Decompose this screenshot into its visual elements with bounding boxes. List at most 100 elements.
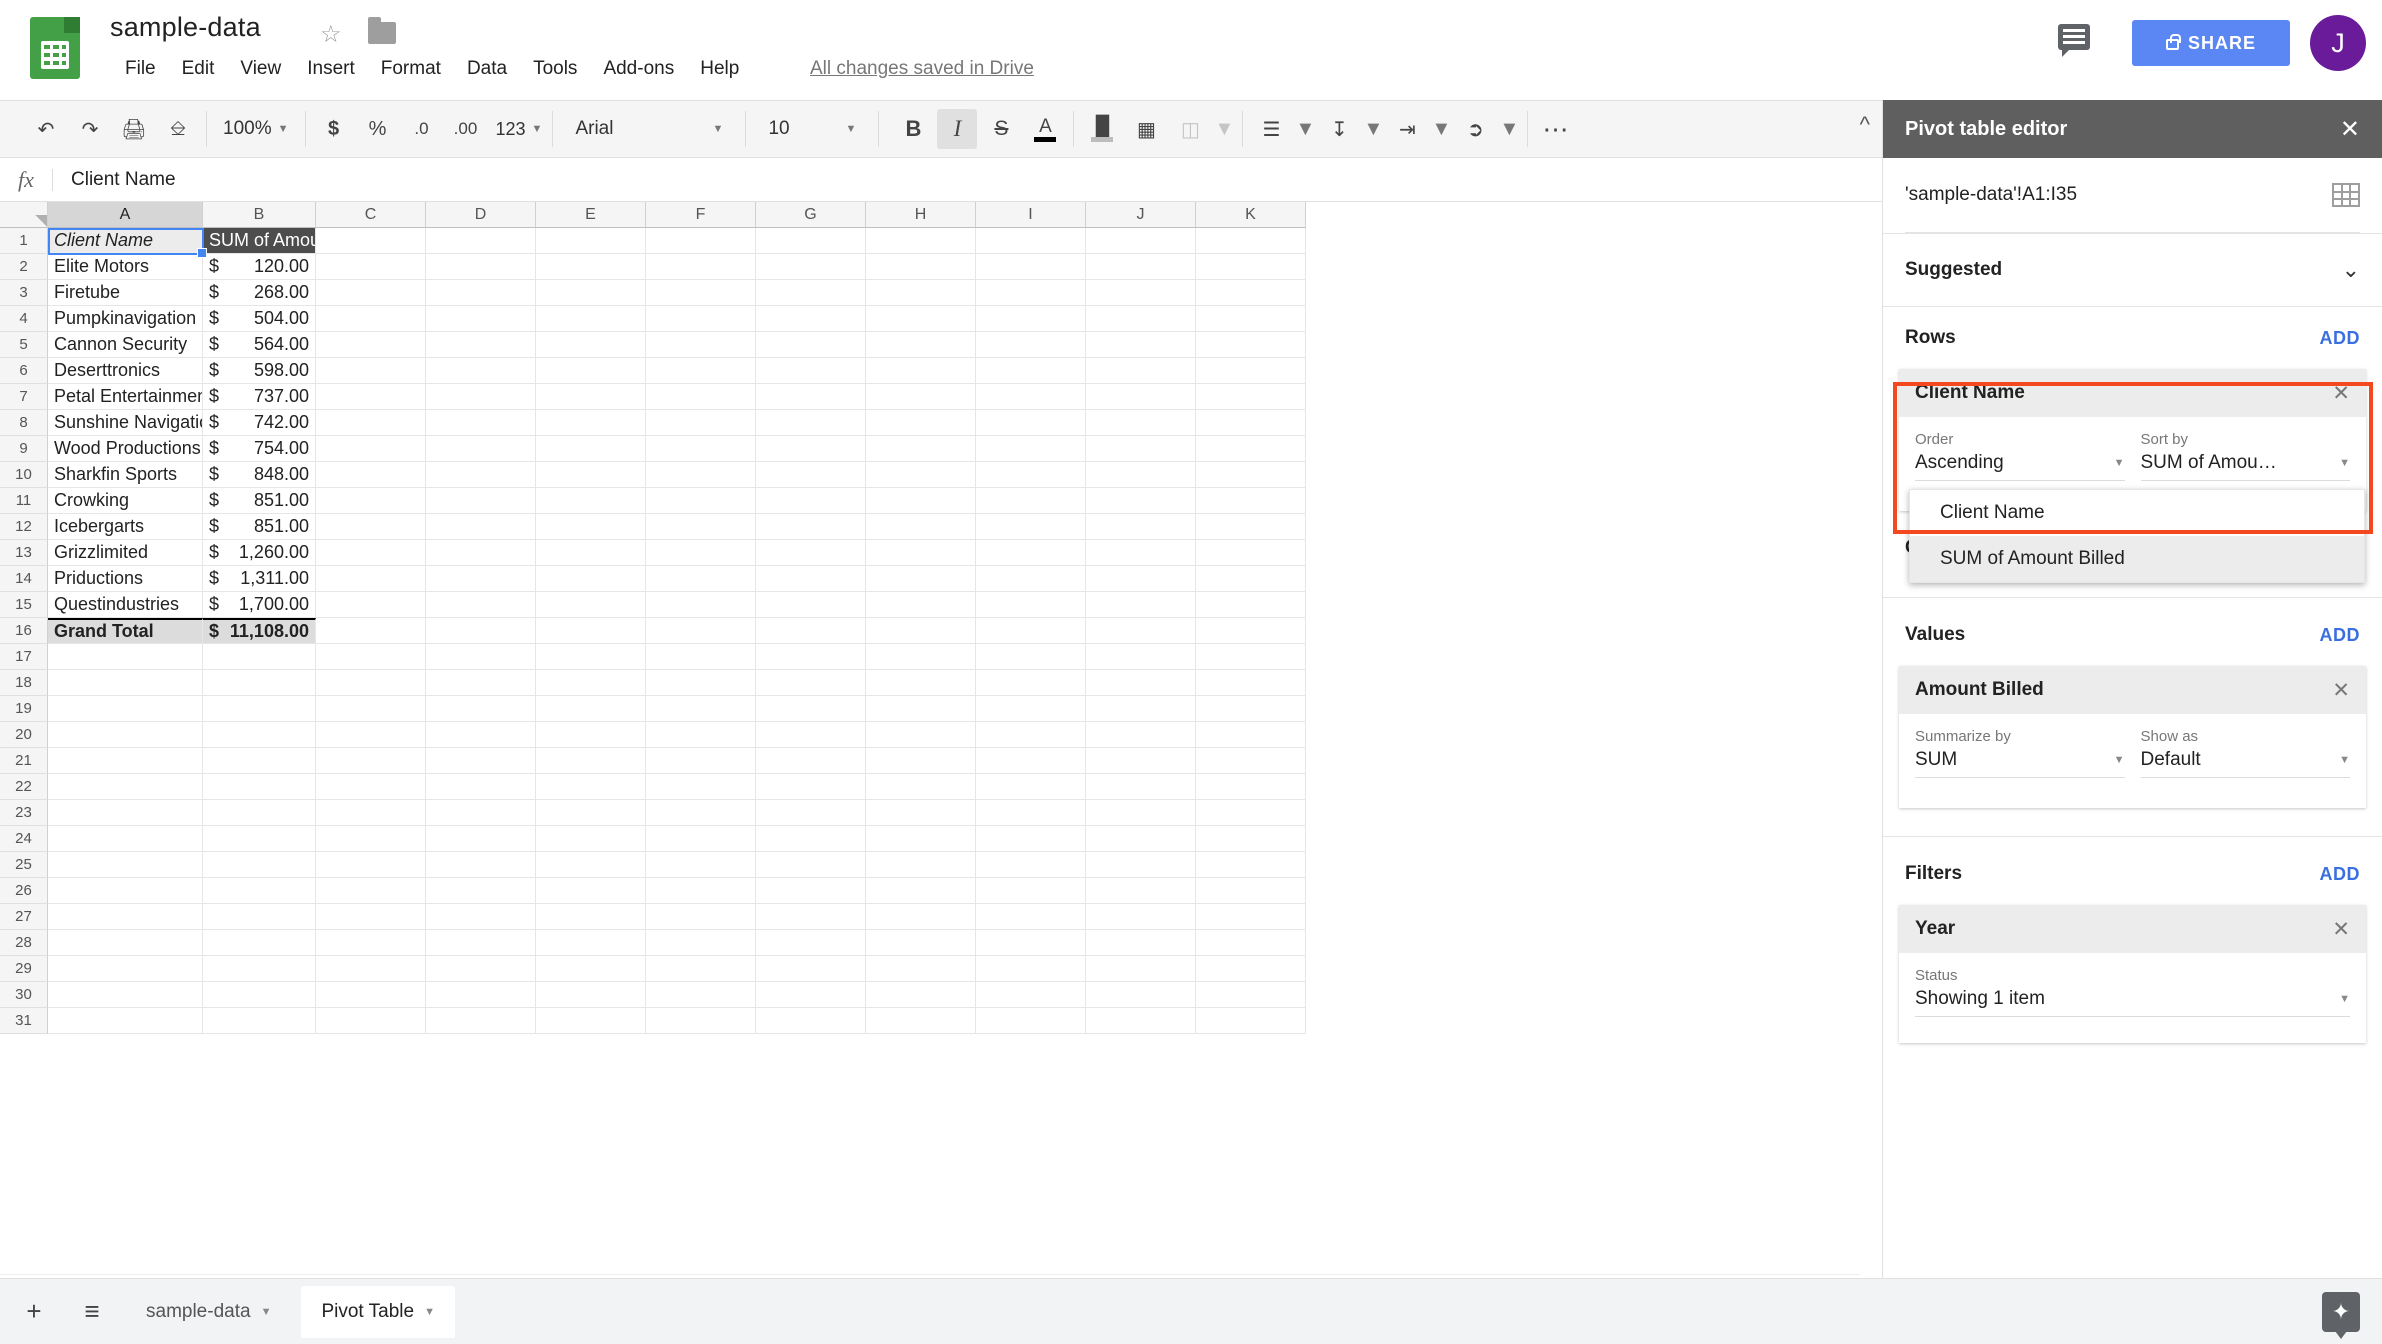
menu-item-data[interactable]: Data: [454, 56, 520, 82]
cell-g19[interactable]: [756, 696, 866, 722]
cell-b2[interactable]: $120.00: [203, 254, 316, 280]
cell-g11[interactable]: [756, 488, 866, 514]
cell-a10[interactable]: Sharkfin Sports: [48, 462, 203, 488]
cell-h26[interactable]: [866, 878, 976, 904]
row-header-8[interactable]: 8: [0, 410, 48, 436]
cell-j23[interactable]: [1086, 800, 1196, 826]
star-icon[interactable]: ☆: [320, 20, 342, 49]
cell-h17[interactable]: [866, 644, 976, 670]
cell-d29[interactable]: [426, 956, 536, 982]
cell-c20[interactable]: [316, 722, 426, 748]
cell-k23[interactable]: [1196, 800, 1306, 826]
merge-cells-icon[interactable]: ◫: [1170, 109, 1210, 149]
cell-d12[interactable]: [426, 514, 536, 540]
cell-h20[interactable]: [866, 722, 976, 748]
menu-item-help[interactable]: Help: [687, 56, 752, 82]
cell-b17[interactable]: [203, 644, 316, 670]
rows-add-button[interactable]: ADD: [2320, 328, 2361, 349]
sheet-tab-sample-data[interactable]: sample-data ▼: [126, 1286, 291, 1338]
cell-e14[interactable]: [536, 566, 646, 592]
cell-d30[interactable]: [426, 982, 536, 1008]
cell-h13[interactable]: [866, 540, 976, 566]
cell-i19[interactable]: [976, 696, 1086, 722]
cell-k24[interactable]: [1196, 826, 1306, 852]
cell-f29[interactable]: [646, 956, 756, 982]
cell-f19[interactable]: [646, 696, 756, 722]
cell-e24[interactable]: [536, 826, 646, 852]
row-header-24[interactable]: 24: [0, 826, 48, 852]
cell-d7[interactable]: [426, 384, 536, 410]
cell-g27[interactable]: [756, 904, 866, 930]
cell-i17[interactable]: [976, 644, 1086, 670]
cell-i14[interactable]: [976, 566, 1086, 592]
cell-a28[interactable]: [48, 930, 203, 956]
cell-g9[interactable]: [756, 436, 866, 462]
cell-b23[interactable]: [203, 800, 316, 826]
cell-j30[interactable]: [1086, 982, 1196, 1008]
row-header-17[interactable]: 17: [0, 644, 48, 670]
remove-filters-field-icon[interactable]: ✕: [2332, 917, 2350, 942]
cell-d11[interactable]: [426, 488, 536, 514]
cell-b5[interactable]: $564.00: [203, 332, 316, 358]
cell-k12[interactable]: [1196, 514, 1306, 540]
cell-a21[interactable]: [48, 748, 203, 774]
cell-d2[interactable]: [426, 254, 536, 280]
cell-h5[interactable]: [866, 332, 976, 358]
cell-a20[interactable]: [48, 722, 203, 748]
cell-d13[interactable]: [426, 540, 536, 566]
cell-e26[interactable]: [536, 878, 646, 904]
cell-b15[interactable]: $1,700.00: [203, 592, 316, 618]
collapse-toolbar-icon[interactable]: ^: [1860, 112, 1870, 138]
cell-e28[interactable]: [536, 930, 646, 956]
sheet-tab-pivot-table[interactable]: Pivot Table ▼: [301, 1285, 455, 1338]
cell-a29[interactable]: [48, 956, 203, 982]
cell-a27[interactable]: [48, 904, 203, 930]
cell-k27[interactable]: [1196, 904, 1306, 930]
cell-c2[interactable]: [316, 254, 426, 280]
cell-g2[interactable]: [756, 254, 866, 280]
cell-f16[interactable]: [646, 618, 756, 644]
cell-h7[interactable]: [866, 384, 976, 410]
values-add-button[interactable]: ADD: [2320, 625, 2361, 646]
cell-f3[interactable]: [646, 280, 756, 306]
cell-d5[interactable]: [426, 332, 536, 358]
cell-g12[interactable]: [756, 514, 866, 540]
cell-a26[interactable]: [48, 878, 203, 904]
cell-i1[interactable]: [976, 228, 1086, 254]
cell-a3[interactable]: Firetube: [48, 280, 203, 306]
pivot-suggested-section[interactable]: Suggested ⌄: [1883, 233, 2382, 307]
cell-k14[interactable]: [1196, 566, 1306, 592]
chevron-down-icon[interactable]: ▼: [1214, 109, 1235, 149]
cell-e21[interactable]: [536, 748, 646, 774]
cell-f27[interactable]: [646, 904, 756, 930]
row-header-25[interactable]: 25: [0, 852, 48, 878]
cell-h22[interactable]: [866, 774, 976, 800]
column-header-h[interactable]: H: [866, 202, 976, 228]
cell-i15[interactable]: [976, 592, 1086, 618]
cell-f10[interactable]: [646, 462, 756, 488]
cell-e8[interactable]: [536, 410, 646, 436]
cell-b18[interactable]: [203, 670, 316, 696]
cell-e1[interactable]: [536, 228, 646, 254]
column-header-a[interactable]: A: [48, 202, 203, 228]
chevron-down-icon[interactable]: ⌄: [2342, 257, 2360, 283]
cell-f22[interactable]: [646, 774, 756, 800]
row-header-22[interactable]: 22: [0, 774, 48, 800]
cell-e6[interactable]: [536, 358, 646, 384]
chevron-down-icon[interactable]: ▼: [1363, 109, 1384, 149]
sortby-select[interactable]: SUM of Amou… ▼: [2140, 452, 2350, 481]
cell-e11[interactable]: [536, 488, 646, 514]
cell-b27[interactable]: [203, 904, 316, 930]
cell-h9[interactable]: [866, 436, 976, 462]
row-header-12[interactable]: 12: [0, 514, 48, 540]
cell-d28[interactable]: [426, 930, 536, 956]
status-select[interactable]: Showing 1 item ▼: [1915, 988, 2350, 1017]
cell-j24[interactable]: [1086, 826, 1196, 852]
cell-a16[interactable]: Grand Total: [48, 618, 203, 644]
row-header-20[interactable]: 20: [0, 722, 48, 748]
cell-g20[interactable]: [756, 722, 866, 748]
cell-g28[interactable]: [756, 930, 866, 956]
cell-e31[interactable]: [536, 1008, 646, 1034]
cell-c31[interactable]: [316, 1008, 426, 1034]
cell-k20[interactable]: [1196, 722, 1306, 748]
